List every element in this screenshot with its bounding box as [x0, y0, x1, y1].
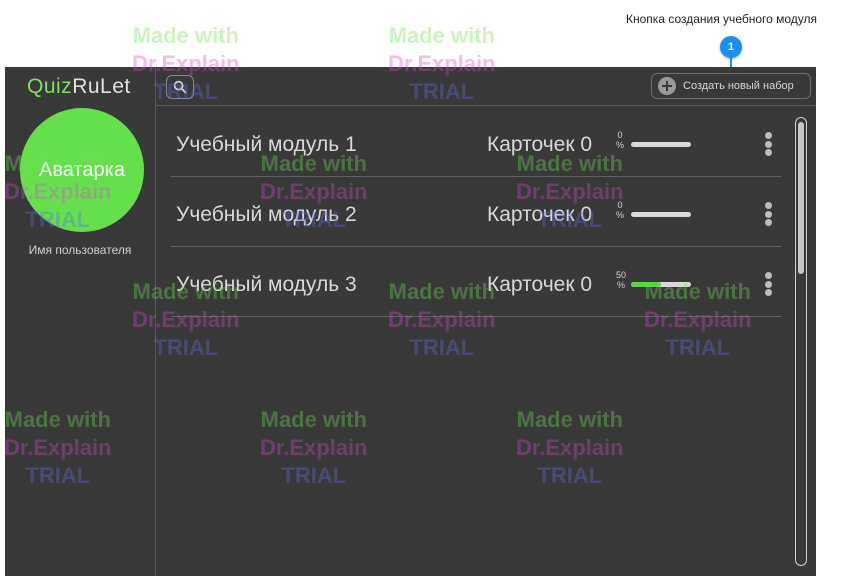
- app-logo: QuizRuLet: [27, 75, 131, 98]
- callout-badge: 1: [720, 36, 742, 58]
- module-row[interactable]: Учебный модуль 1 Карточек 0 0%: [171, 106, 781, 177]
- scrollbar[interactable]: [795, 117, 807, 566]
- progress-percent: 50%: [616, 270, 627, 290]
- module-title: Учебный модуль 1: [176, 133, 357, 156]
- username: Имя пользователя: [28, 243, 132, 257]
- app-window: QuizRuLet Аватарка Имя пользователя Созд…: [5, 67, 816, 576]
- progress-percent: 0%: [616, 200, 625, 220]
- progress-bar: [631, 142, 691, 147]
- topbar: Создать новый набор: [156, 67, 816, 106]
- module-title: Учебный модуль 2: [176, 203, 357, 226]
- progress-bar: [631, 212, 691, 217]
- cards-count: Карточек 0: [487, 133, 593, 156]
- create-button-label: Создать новый набор: [683, 80, 794, 92]
- module-row[interactable]: Учебный модуль 3 Карточек 0 50%: [171, 246, 781, 317]
- search-button[interactable]: [166, 75, 194, 99]
- more-options-icon[interactable]: [764, 272, 772, 296]
- more-options-icon[interactable]: [764, 202, 772, 226]
- create-new-set-button[interactable]: Создать новый набор: [651, 73, 811, 99]
- more-options-icon[interactable]: [764, 132, 772, 156]
- progress-bar: [631, 282, 691, 287]
- sidebar: QuizRuLet Аватарка Имя пользователя: [5, 67, 156, 576]
- search-icon: [173, 80, 187, 94]
- module-row[interactable]: Учебный модуль 2 Карточек 0 0%: [171, 176, 781, 247]
- callout-text: Кнопка создания учебного модуля: [626, 12, 818, 26]
- avatar[interactable]: Аватарка: [20, 108, 144, 232]
- avatar-label: Аватарка: [39, 158, 125, 181]
- module-title: Учебный модуль 3: [176, 273, 357, 296]
- progress-percent: 0%: [616, 130, 625, 150]
- scrollbar-thumb[interactable]: [798, 122, 804, 274]
- cards-count: Карточек 0: [487, 273, 593, 296]
- plus-circle-icon: [658, 77, 676, 95]
- cards-count: Карточек 0: [487, 203, 593, 226]
